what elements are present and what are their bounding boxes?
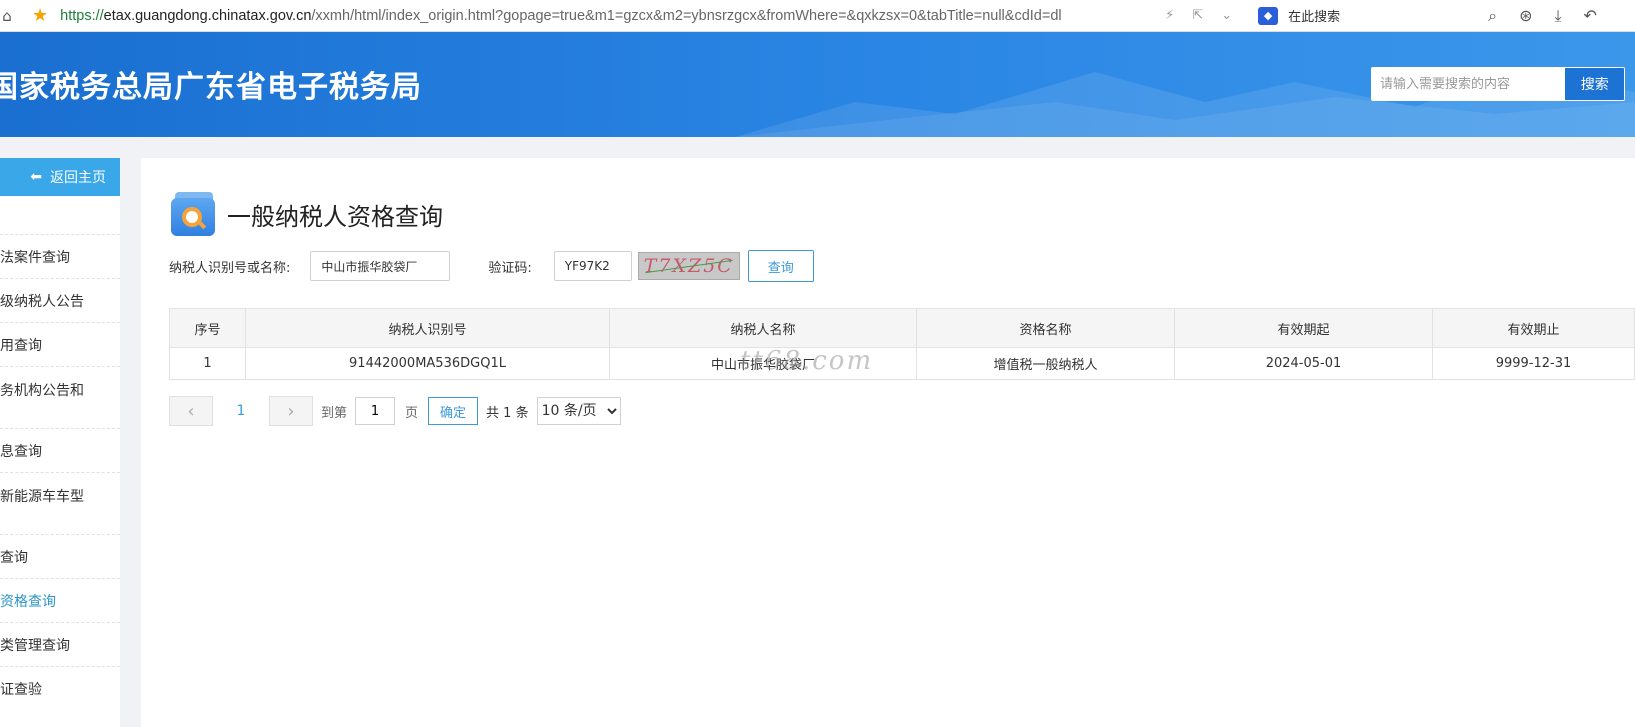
goto-page-input[interactable] bbox=[355, 397, 396, 425]
extension-icon[interactable]: ⊛ bbox=[1519, 6, 1532, 25]
page-title: 一般纳税人资格查询 bbox=[227, 202, 443, 231]
sidebar-item-query[interactable]: 查询 bbox=[0, 534, 120, 578]
back-home-button[interactable]: ⬅ 返回主页 bbox=[0, 158, 120, 196]
back-home-label: 返回主页 bbox=[50, 170, 106, 186]
search-icon[interactable]: ⌕ bbox=[1488, 6, 1497, 26]
prev-page-button[interactable]: ‹ bbox=[169, 396, 213, 426]
site-search-button[interactable]: 搜索 bbox=[1565, 68, 1624, 100]
site-search-input[interactable] bbox=[1372, 68, 1566, 100]
search-document-icon bbox=[171, 192, 215, 236]
goto-prefix: 到第 bbox=[321, 405, 348, 421]
total-count: 共 1 条 bbox=[486, 405, 529, 421]
sidebar-item-spacer bbox=[0, 200, 120, 234]
col-header-valid-to: 有效期止 bbox=[1432, 308, 1635, 348]
url-path: /xxmh/html/index_origin.html?gopage=true… bbox=[311, 7, 1062, 24]
cell-index: 1 bbox=[169, 347, 246, 380]
table-row[interactable]: 1 91442000MA536DGQ1L 中山市振华胶袋厂 增值税一般纳税人 2… bbox=[169, 347, 1635, 380]
sidebar-item-category-query[interactable]: 类管理查询 bbox=[0, 622, 120, 666]
query-form: 纳税人识别号或名称: 验证码: T7XZ5C 查询 bbox=[169, 250, 814, 282]
cell-tax-id: 91442000MA536DGQ1L bbox=[245, 347, 610, 380]
col-header-valid-from: 有效期起 bbox=[1174, 308, 1433, 348]
url-scheme: https:// bbox=[60, 7, 104, 24]
current-page[interactable]: 1 bbox=[213, 403, 269, 419]
undo-icon[interactable]: ↶ bbox=[1584, 6, 1597, 25]
goto-suffix: 页 bbox=[405, 405, 419, 421]
sidebar-item-credit-query[interactable]: 用查询 bbox=[0, 322, 120, 366]
download-icon[interactable]: ⤓ bbox=[1554, 6, 1561, 26]
chevron-down-icon[interactable]: ⌄ bbox=[1221, 8, 1232, 23]
pagination: ‹ 1 › 到第 页 确定 共 1 条 10 条/页 bbox=[169, 396, 621, 426]
chevron-left-icon: ‹ bbox=[187, 400, 195, 422]
col-header-index: 序号 bbox=[169, 308, 246, 348]
taxpayer-label: 纳税人识别号或名称: bbox=[169, 260, 291, 276]
main-panel: 一般纳税人资格查询 纳税人识别号或名称: 验证码: T7XZ5C 查询 序号 纳… bbox=[141, 158, 1635, 727]
sidebar-item-new-energy-vehicle[interactable]: 新能源车车型 bbox=[0, 472, 120, 534]
col-header-tax-id: 纳税人识别号 bbox=[245, 308, 610, 348]
sidebar-item-qualification-query[interactable]: 资格查询 bbox=[0, 578, 120, 622]
col-header-qualification: 资格名称 bbox=[916, 308, 1175, 348]
cell-valid-from: 2024-05-01 bbox=[1174, 347, 1433, 380]
page-size-select[interactable]: 10 条/页 bbox=[536, 397, 621, 425]
site-title: 国家税务总局广东省电子税务局 bbox=[0, 70, 422, 105]
table-header-row: 序号 纳税人识别号 纳税人名称 资格名称 有效期起 有效期止 bbox=[169, 308, 1635, 348]
home-icon[interactable]: ⌂ bbox=[0, 7, 18, 25]
goto-confirm-button[interactable]: 确定 bbox=[428, 397, 479, 425]
cell-valid-to: 9999-12-31 bbox=[1432, 347, 1635, 380]
site-search: 搜索 bbox=[1371, 67, 1625, 101]
query-button[interactable]: 查询 bbox=[747, 250, 814, 282]
sidebar-menu: 法案件查询 级纳税人公告 用查询 务机构公告和 息查询 新能源车车型 查询 资格… bbox=[0, 200, 120, 710]
next-page-button[interactable]: › bbox=[269, 396, 313, 426]
browser-search-label: 在此搜索 bbox=[1288, 10, 1341, 25]
captcha-image[interactable]: T7XZ5C bbox=[637, 252, 740, 280]
captcha-input[interactable] bbox=[553, 251, 632, 281]
chevron-right-icon: › bbox=[287, 400, 295, 422]
lightning-icon[interactable]: ⚡ bbox=[1165, 8, 1174, 23]
share-icon[interactable]: ⇱ bbox=[1192, 8, 1203, 23]
taxpayer-input[interactable] bbox=[310, 251, 451, 281]
watermark: tt68.com bbox=[740, 346, 874, 376]
sidebar-item-info-query[interactable]: 息查询 bbox=[0, 428, 120, 472]
cell-qualification: 增值税一般纳税人 bbox=[916, 347, 1175, 380]
back-arrow-icon: ⬅ bbox=[30, 169, 42, 185]
sidebar: ⬅ 返回主页 法案件查询 级纳税人公告 用查询 务机构公告和 息查询 新能源车车… bbox=[0, 158, 120, 727]
sidebar-item-certificate-check[interactable]: 证查验 bbox=[0, 666, 120, 710]
search-engine-icon[interactable]: ◆ bbox=[1258, 6, 1279, 25]
sidebar-item-cases[interactable]: 法案件查询 bbox=[0, 234, 120, 278]
sidebar-item-credit-announcement[interactable]: 级纳税人公告 bbox=[0, 278, 120, 322]
sidebar-item-agency-announcement[interactable]: 务机构公告和 bbox=[0, 366, 120, 428]
address-bar[interactable]: https://etax.guangdong.chinatax.gov.cn/x… bbox=[60, 8, 1145, 24]
star-icon[interactable]: ★ bbox=[32, 5, 48, 26]
browser-search[interactable]: ◆ 在此搜索 bbox=[1258, 6, 1478, 25]
page-header: 一般纳税人资格查询 bbox=[171, 192, 443, 236]
site-header: 国家税务总局广东省电子税务局 搜索 bbox=[0, 32, 1635, 137]
col-header-taxpayer-name: 纳税人名称 bbox=[609, 308, 917, 348]
browser-toolbar: ⌂ ★ https://etax.guangdong.chinatax.gov.… bbox=[0, 0, 1635, 32]
result-table: 序号 纳税人识别号 纳税人名称 资格名称 有效期起 有效期止 1 9144200… bbox=[169, 308, 1635, 380]
url-host: etax.guangdong.chinatax.gov.cn bbox=[103, 7, 312, 24]
captcha-label: 验证码: bbox=[488, 260, 532, 276]
